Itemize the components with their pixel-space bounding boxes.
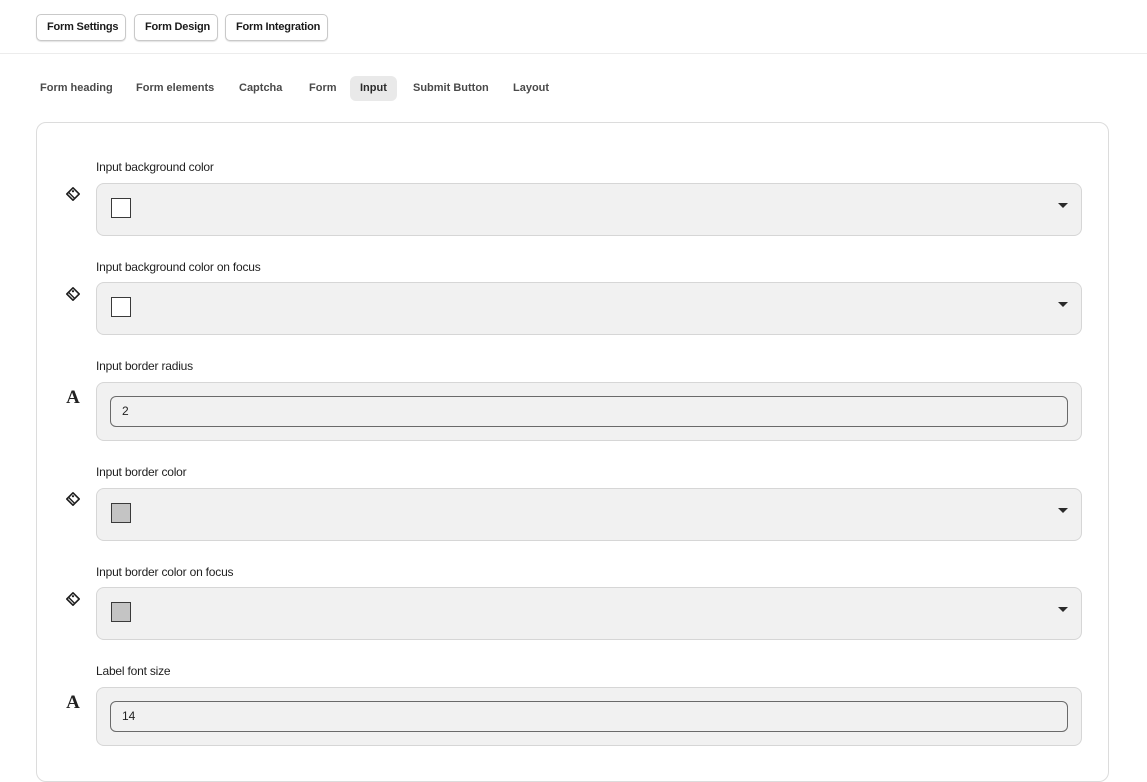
tab-input[interactable]: Input — [350, 76, 397, 101]
tab-form[interactable]: Form — [299, 76, 347, 101]
input-background-color-focus-select[interactable] — [96, 282, 1082, 335]
tab-layout[interactable]: Layout — [503, 76, 559, 101]
field-label: Input border color on focus — [96, 565, 234, 579]
chevron-down-icon — [1058, 302, 1068, 307]
color-swatch — [111, 198, 131, 218]
label-font-size-field: 14 — [96, 687, 1082, 746]
field-label: Input border radius — [96, 359, 193, 373]
form-settings-button[interactable]: Form Settings — [36, 14, 126, 41]
form-design-button[interactable]: Form Design — [134, 14, 218, 41]
color-swatch — [111, 503, 131, 523]
tab-form-heading[interactable]: Form heading — [30, 76, 123, 101]
tab-submit-button[interactable]: Submit Button — [403, 76, 499, 101]
text-size-icon: A — [66, 692, 80, 713]
top-toolbar: Form Settings Form Design Form Integrati… — [0, 0, 1147, 54]
chevron-down-icon — [1058, 607, 1068, 612]
input-background-color-select[interactable] — [96, 183, 1082, 236]
color-picker-icon — [63, 284, 83, 304]
chevron-down-icon — [1058, 203, 1068, 208]
input-border-color-select[interactable] — [96, 488, 1082, 541]
color-picker-icon — [63, 489, 83, 509]
chevron-down-icon — [1058, 508, 1068, 513]
color-picker-icon — [63, 184, 83, 204]
color-swatch — [111, 602, 131, 622]
input-border-radius-input[interactable]: 2 — [110, 396, 1068, 427]
label-font-size-input[interactable]: 14 — [110, 701, 1068, 732]
text-size-icon: A — [66, 387, 80, 408]
tab-form-elements[interactable]: Form elements — [126, 76, 224, 101]
form-integration-button[interactable]: Form Integration — [225, 14, 328, 41]
tab-captcha[interactable]: Captcha — [229, 76, 292, 101]
field-label: Input border color — [96, 465, 187, 479]
input-border-color-focus-select[interactable] — [96, 587, 1082, 640]
color-picker-icon — [63, 589, 83, 609]
field-label: Input background color on focus — [96, 260, 261, 274]
input-border-radius-field: 2 — [96, 382, 1082, 441]
color-swatch — [111, 297, 131, 317]
field-label: Input background color — [96, 160, 214, 174]
field-label: Label font size — [96, 664, 171, 678]
